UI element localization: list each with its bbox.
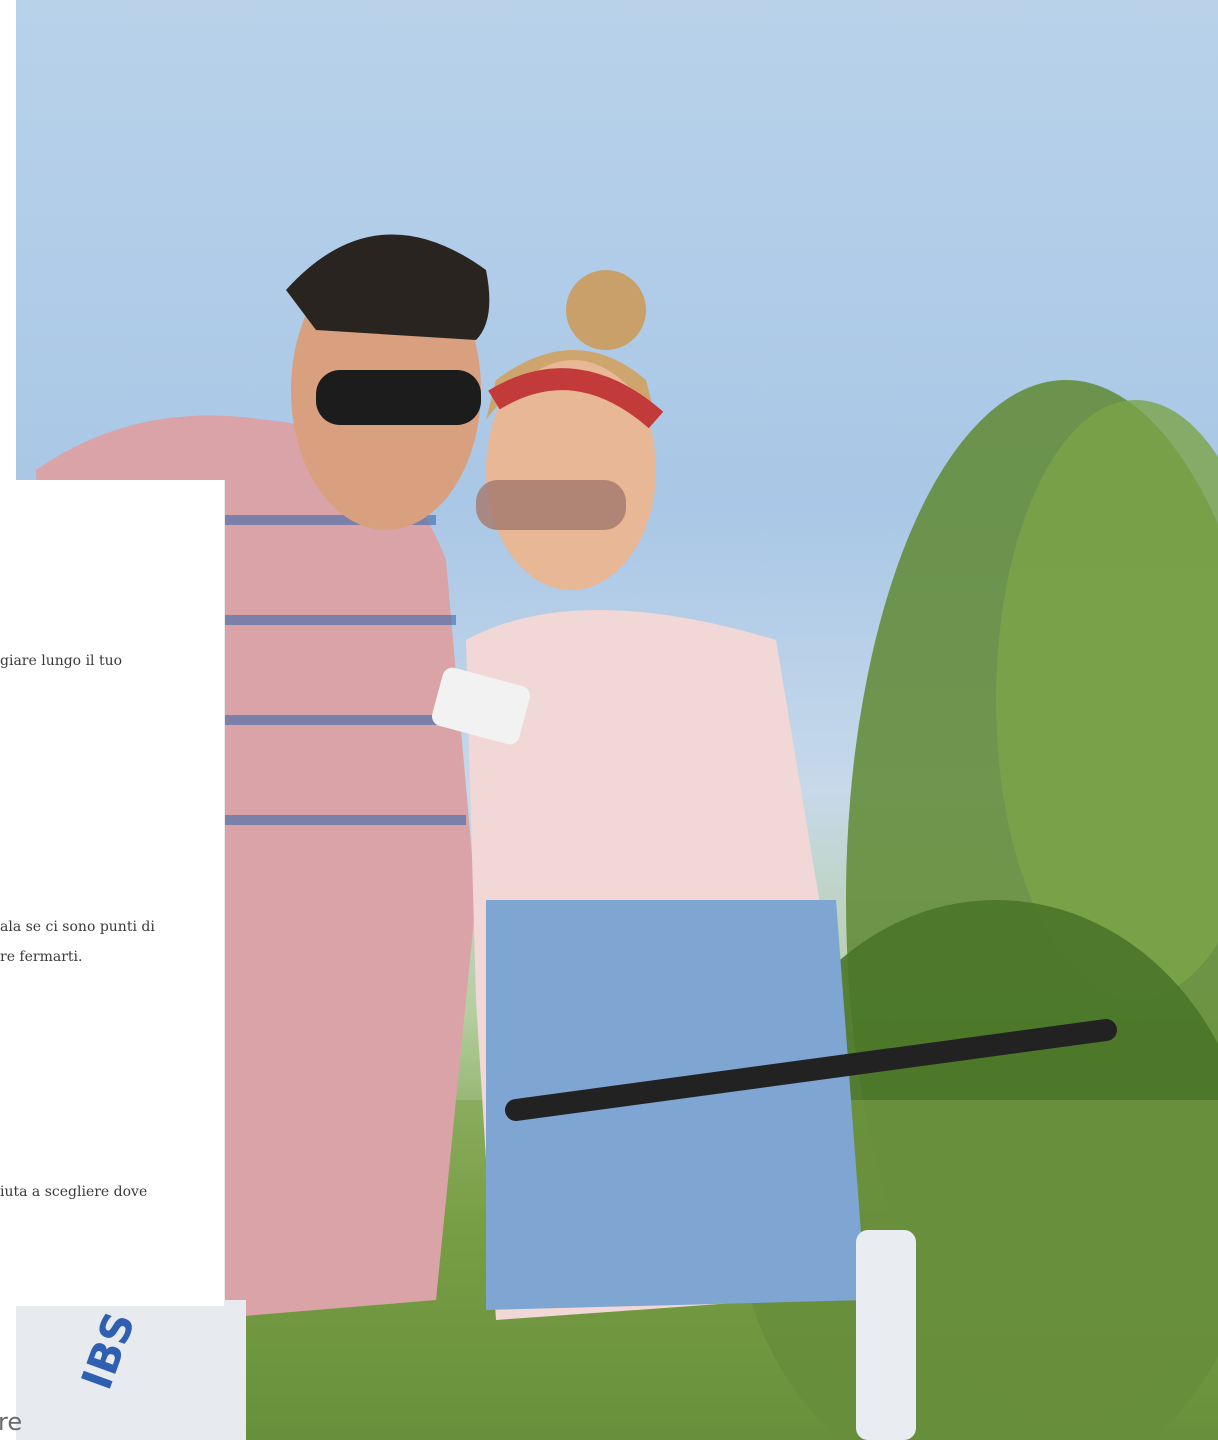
footer-text-fragment: re [0, 1404, 60, 1440]
info-card: giare lungo il tuo ala se ci sono punti … [0, 480, 225, 1306]
card-paragraph-1: giare lungo il tuo [0, 653, 123, 669]
card-paragraph-2: ala se ci sono punti di re fermarti. [0, 912, 155, 972]
card-paragraph-3: iuta a scegliere dove [0, 1184, 148, 1200]
footer-fragment-label: re [0, 1408, 23, 1436]
card-paragraph-2-line-2: re fermarti. [0, 949, 83, 965]
card-paragraph-2-line-1: ala se ci sono punti di [0, 919, 155, 935]
